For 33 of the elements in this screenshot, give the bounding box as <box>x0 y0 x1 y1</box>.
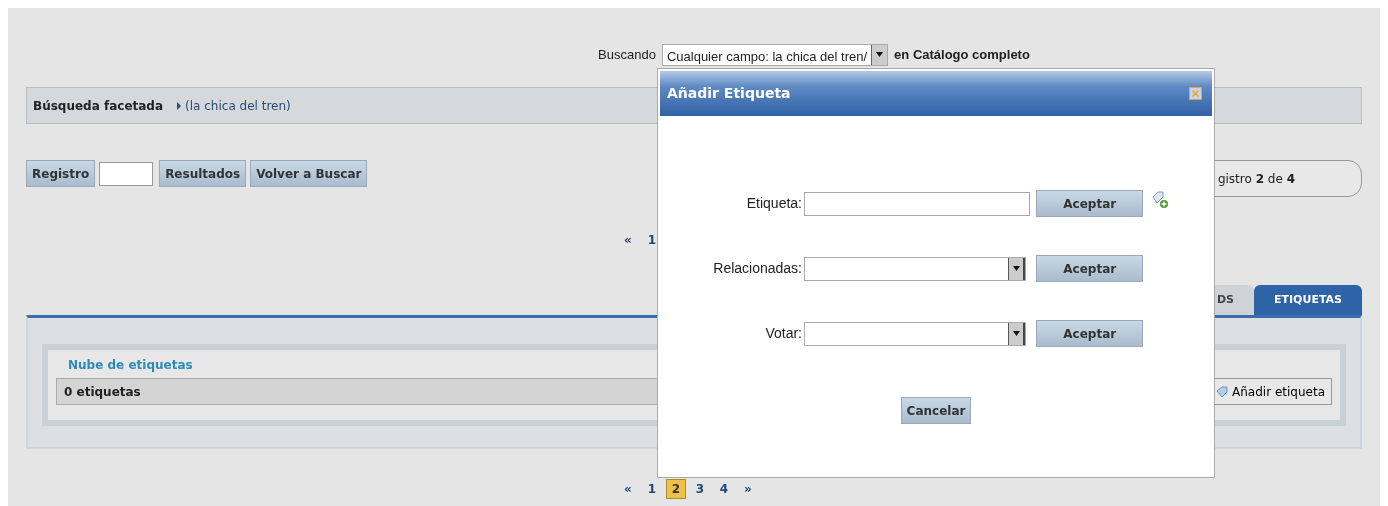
field-label: Relacionadas: <box>712 259 803 278</box>
facet-title: Búsqueda facetada <box>33 97 164 115</box>
nav-button[interactable]: Volver a Buscar <box>250 160 368 187</box>
search-select[interactable]: Cualquier campo: la chica del tren/ <box>661 43 889 66</box>
record-button[interactable]: Registro <box>26 160 96 187</box>
dialog-title: Añadir Etiqueta <box>667 84 791 103</box>
tab[interactable]: ETIQUETAS <box>1254 284 1362 315</box>
tag-cloud-title: Nube de etiquetas <box>68 357 194 374</box>
field-label: Etiqueta: <box>745 194 803 213</box>
page-link[interactable]: » <box>736 480 760 498</box>
page-link[interactable]: 1 <box>640 480 664 498</box>
record-number-field[interactable] <box>99 161 154 186</box>
text-field[interactable] <box>804 191 1030 216</box>
select-field[interactable] <box>804 321 1026 346</box>
nav-button[interactable]: Resultados <box>159 160 247 187</box>
page-link[interactable]: 4 <box>712 480 736 498</box>
page-link[interactable]: 3 <box>688 480 712 498</box>
search-label: Buscando <box>598 45 656 64</box>
select-field[interactable] <box>804 256 1026 281</box>
page-link[interactable]: « <box>616 480 640 498</box>
accept-button[interactable]: Aceptar <box>1036 255 1144 282</box>
page-link[interactable]: 2 <box>666 479 686 499</box>
page-link[interactable]: « <box>616 231 640 249</box>
field-label: Votar: <box>764 324 803 343</box>
facet-link[interactable]: (la chica del tren) <box>177 96 291 115</box>
accept-button[interactable]: Aceptar <box>1036 190 1144 217</box>
search-scope: en Catálogo completo <box>894 45 1030 64</box>
triangle-icon <box>177 101 182 110</box>
cancel-button[interactable]: Cancelar <box>900 397 972 424</box>
tag-add-icon[interactable] <box>1151 191 1170 210</box>
accept-button[interactable]: Aceptar <box>1036 320 1144 347</box>
tag-icon <box>1216 385 1229 398</box>
close-icon[interactable] <box>1189 87 1202 100</box>
